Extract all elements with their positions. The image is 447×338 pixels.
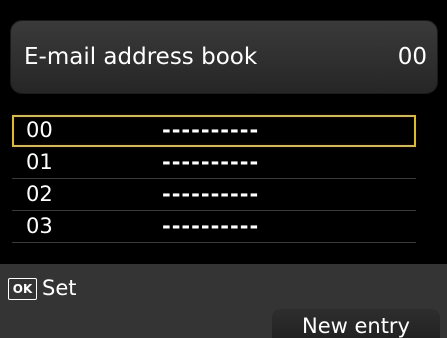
list-item[interactable]: 02 ---------- bbox=[12, 179, 416, 211]
ok-set-label: Set bbox=[42, 276, 77, 300]
entry-name: ---------- bbox=[162, 214, 260, 238]
button-bar: OK Set New entry bbox=[0, 264, 447, 338]
list-item[interactable]: 03 ---------- bbox=[12, 211, 416, 243]
new-entry-button[interactable]: New entry bbox=[272, 309, 440, 338]
entry-count: 00 bbox=[397, 44, 427, 70]
entry-name: ---------- bbox=[162, 150, 260, 174]
ok-key-icon: OK bbox=[8, 278, 37, 300]
title-bar: E-mail address book 00 bbox=[10, 20, 438, 94]
entry-number: 01 bbox=[26, 150, 53, 174]
address-list: 00 ---------- 01 ---------- 02 ---------… bbox=[12, 115, 416, 243]
list-item[interactable]: 00 ---------- bbox=[12, 115, 416, 147]
list-item[interactable]: 01 ---------- bbox=[12, 147, 416, 179]
entry-number: 02 bbox=[26, 182, 53, 206]
entry-number: 00 bbox=[26, 118, 53, 142]
page-title: E-mail address book bbox=[24, 44, 258, 70]
entry-name: ---------- bbox=[162, 182, 260, 206]
entry-number: 03 bbox=[26, 214, 53, 238]
entry-name: ---------- bbox=[162, 118, 260, 142]
new-entry-label: New entry bbox=[301, 314, 410, 338]
